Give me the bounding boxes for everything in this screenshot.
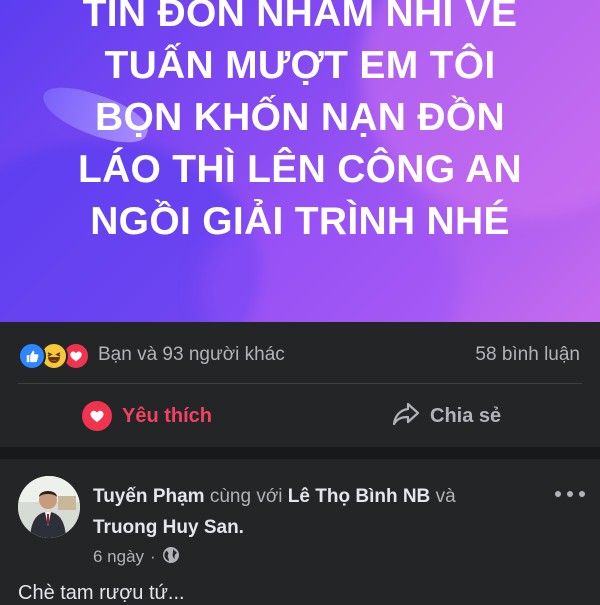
love-icon <box>82 401 112 431</box>
reaction-summary-text[interactable]: Bạn và 93 người khác <box>98 344 285 366</box>
author-avatar[interactable] <box>18 476 80 538</box>
with-text: cùng với <box>209 486 283 507</box>
status-text: TIN ĐỒN NHẢM NHÍ VỀ TUẤN MƯỢT EM TÔI BỌN… <box>0 0 600 248</box>
tagged-friend-link[interactable]: Truong Huy San. <box>93 517 244 538</box>
reaction-icons[interactable] <box>18 342 98 370</box>
status-line: NGỒI GIẢI TRÌNH NHÉ <box>90 200 510 243</box>
status-line: BỌN KHỐN NẠN ĐỒN <box>95 96 505 139</box>
author-name-link[interactable]: Tuyến Phạm <box>93 486 205 507</box>
more-dot <box>555 491 561 497</box>
share-label: Chia sẻ <box>430 404 502 427</box>
more-dot <box>567 491 573 497</box>
status-line: LÁO THÌ LÊN CÔNG AN <box>77 148 523 191</box>
status-banner: TIN ĐỒN NHẢM NHÍ VỀ TUẤN MƯỢT EM TÔI BỌN… <box>0 0 600 322</box>
post-timestamp[interactable]: 6 ngày <box>93 547 144 567</box>
meta-separator-dot: · <box>150 547 156 566</box>
tagged-friend-link[interactable]: Lê Thọ Bình NB <box>288 486 430 507</box>
share-icon <box>392 401 420 432</box>
like-icon <box>18 342 46 370</box>
love-reaction-label: Yêu thích <box>122 404 213 427</box>
globe-icon <box>162 546 180 569</box>
feed-separator <box>0 447 600 459</box>
love-reaction-button[interactable]: Yêu thích <box>82 392 212 440</box>
reactions-summary-row: Bạn và 93 người khác 58 bình luận <box>0 336 600 372</box>
post-body-text: Chè tam rượu tứ... <box>18 582 185 604</box>
status-line: TUẤN MƯỢT EM TÔI <box>104 44 496 87</box>
post-meta: 6 ngày · <box>93 545 180 569</box>
more-dot <box>579 491 585 497</box>
divider <box>18 383 582 384</box>
more-options-button[interactable] <box>555 487 585 501</box>
comment-count-link[interactable]: 58 bình luận <box>475 344 580 366</box>
share-button[interactable]: Chia sẻ <box>392 392 501 440</box>
and-text: và <box>435 486 456 507</box>
post-header-text: Tuyến Phạm cùng với Lê Thọ Bình NB và Tr… <box>93 481 523 543</box>
status-line: TIN ĐỒN NHẢM NHÍ VỀ <box>82 0 518 35</box>
